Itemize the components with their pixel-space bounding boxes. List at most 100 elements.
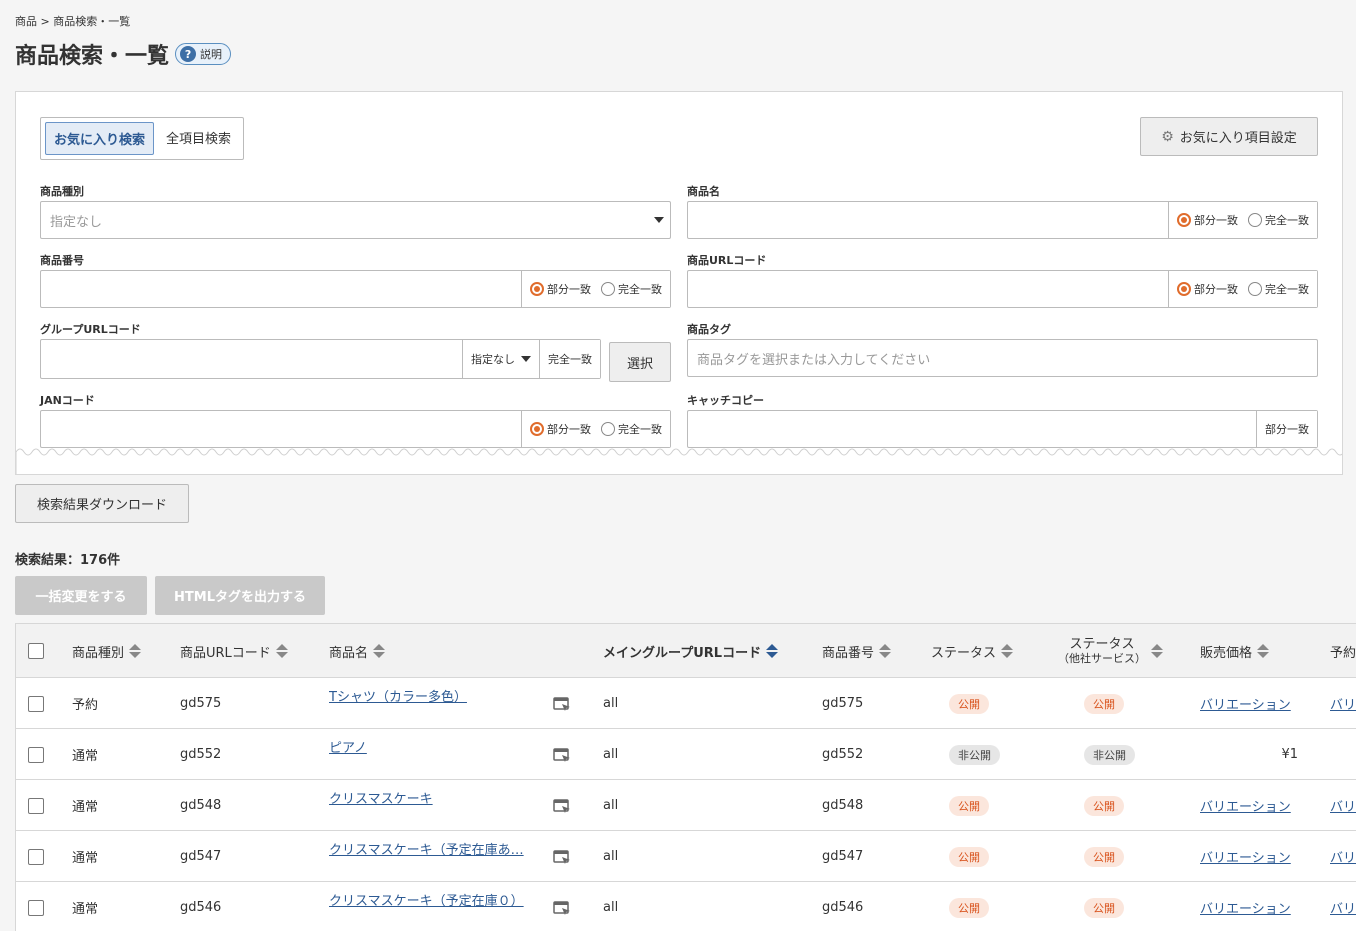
- field-product-number: 商品番号 部分一致 完全一致: [40, 252, 671, 308]
- product-type-value: 指定なし: [50, 214, 103, 230]
- reserve-variation-link[interactable]: バリ: [1330, 694, 1356, 713]
- product-name-exact-radio[interactable]: 完全一致: [1248, 212, 1309, 228]
- header-url-code[interactable]: 商品URLコード: [180, 624, 288, 678]
- field-jan-code: JANコード 部分一致 完全一致: [40, 392, 671, 448]
- catch-copy-input[interactable]: [688, 411, 1256, 447]
- product-type-select[interactable]: 指定なし: [40, 201, 671, 239]
- product-name-link[interactable]: ピアノ: [329, 737, 367, 756]
- table-header: 商品種別 商品URLコード 商品名 メイングループURLコード 商品番号 ステー…: [16, 624, 1356, 678]
- price-variation-link[interactable]: バリエーション: [1200, 847, 1291, 866]
- header-status-other[interactable]: ステータス （他社サービス）: [1058, 624, 1163, 678]
- status-badge: 非公開: [949, 744, 1000, 765]
- cell-group: all: [603, 747, 619, 762]
- header-reserve[interactable]: 予約: [1330, 624, 1356, 678]
- product-number-exact-radio[interactable]: 完全一致: [601, 281, 662, 297]
- header-type[interactable]: 商品種別: [72, 624, 142, 678]
- result-count: 検索結果：176件: [15, 553, 121, 568]
- cell-price: ¥1: [1281, 747, 1298, 762]
- row-checkbox[interactable]: [28, 797, 44, 814]
- gear-icon: ⚙: [1161, 128, 1174, 145]
- favorite-settings-button[interactable]: ⚙ お気に入り項目設定: [1140, 117, 1318, 156]
- bulk-change-button[interactable]: 一括変更をする: [15, 576, 147, 615]
- select-all-checkbox[interactable]: [28, 643, 44, 659]
- product-number-input[interactable]: [41, 271, 521, 307]
- price-variation-link[interactable]: バリエーション: [1200, 796, 1291, 815]
- chevron-down-icon: [648, 202, 670, 238]
- cell-group: all: [603, 696, 619, 711]
- product-name-link[interactable]: クリスマスケーキ: [329, 788, 433, 807]
- breadcrumb: 商品 > 商品検索・一覧: [15, 15, 131, 28]
- product-number-match: 部分一致 完全一致: [521, 271, 670, 307]
- header-price[interactable]: 販売価格: [1200, 624, 1270, 678]
- tab-all-search[interactable]: 全項目検索: [158, 122, 239, 155]
- product-url-code-exact-radio[interactable]: 完全一致: [1248, 281, 1309, 297]
- field-catch-copy: キャッチコピー 部分一致: [687, 392, 1318, 448]
- header-main-group[interactable]: メイングループURLコード: [603, 624, 779, 678]
- group-url-code-select[interactable]: 指定なし: [462, 340, 539, 378]
- product-url-code-partial-radio[interactable]: 部分一致: [1177, 281, 1238, 297]
- jan-code-input[interactable]: [41, 411, 521, 447]
- field-product-url-code: 商品URLコード 部分一致 完全一致: [687, 252, 1318, 308]
- product-tag-input[interactable]: 商品タグを選択または入力してください: [688, 340, 1317, 376]
- reserve-variation-link[interactable]: バリ: [1330, 796, 1356, 815]
- status-other-badge: 非公開: [1084, 744, 1135, 765]
- help-button[interactable]: ? 説明: [175, 43, 232, 65]
- row-checkbox[interactable]: [28, 899, 44, 916]
- field-group-url-code: グループURLコード 指定なし 完全一致: [40, 321, 601, 379]
- product-name-link[interactable]: クリスマスケーキ（予定在庫あ…: [329, 839, 524, 858]
- favorite-settings-label: お気に入り項目設定: [1179, 131, 1297, 146]
- preview-icon[interactable]: [553, 780, 571, 831]
- row-checkbox[interactable]: [28, 695, 44, 712]
- product-name-partial-radio[interactable]: 部分一致: [1177, 212, 1238, 228]
- header-number[interactable]: 商品番号: [822, 624, 892, 678]
- tab-favorite-search[interactable]: お気に入り検索: [45, 122, 155, 155]
- jan-code-label: JANコード: [40, 394, 95, 407]
- preview-icon[interactable]: [553, 729, 571, 780]
- price-variation-link[interactable]: バリエーション: [1200, 694, 1291, 713]
- html-tag-output-button[interactable]: HTMLタグを出力する: [155, 576, 325, 615]
- product-name-label: 商品名: [687, 185, 720, 198]
- header-status[interactable]: ステータス: [931, 624, 1014, 678]
- row-checkbox[interactable]: [28, 746, 44, 763]
- field-product-type: 商品種別 指定なし: [40, 183, 671, 239]
- jan-code-exact-radio[interactable]: 完全一致: [601, 421, 662, 437]
- product-name-input[interactable]: [688, 202, 1168, 238]
- preview-icon[interactable]: [553, 678, 571, 729]
- group-url-code-match[interactable]: 完全一致: [539, 340, 600, 378]
- status-badge: 公開: [949, 693, 989, 714]
- product-name-link[interactable]: クリスマスケーキ（予定在庫０）: [329, 890, 524, 909]
- group-select-button[interactable]: 選択: [609, 342, 671, 382]
- catch-copy-match[interactable]: 部分一致: [1256, 411, 1317, 447]
- cell-group: all: [603, 849, 619, 864]
- status-badge: 公開: [949, 897, 989, 918]
- cell-url-code: gd546: [180, 900, 222, 915]
- download-results-button[interactable]: 検索結果ダウンロード: [15, 484, 189, 523]
- product-url-code-input[interactable]: [688, 271, 1168, 307]
- table-row: 通常 gd552 ピアノ all gd552 非公開 非公開 ¥1: [16, 729, 1356, 780]
- product-name-link[interactable]: Tシャツ（カラー多色）: [329, 686, 467, 705]
- cell-type: 通常: [72, 749, 99, 764]
- preview-icon[interactable]: [553, 882, 571, 931]
- preview-icon[interactable]: [553, 831, 571, 882]
- jan-code-partial-radio[interactable]: 部分一致: [530, 421, 591, 437]
- field-product-tag: 商品タグ 商品タグを選択または入力してください: [687, 321, 1318, 377]
- sort-active-icon: [766, 644, 779, 658]
- reserve-variation-link[interactable]: バリ: [1330, 847, 1356, 866]
- sort-icon: [373, 644, 386, 658]
- cell-type: 予約: [72, 698, 99, 713]
- cell-url-code: gd547: [180, 849, 222, 864]
- table-row: 通常 gd547 クリスマスケーキ（予定在庫あ… all gd547 公開 公開 バリエーショ…: [16, 831, 1356, 882]
- price-variation-link[interactable]: バリエーション: [1200, 898, 1291, 917]
- table-row: 予約 gd575 Tシャツ（カラー多色） all gd575 公開 公開 バリエーション バリ: [16, 678, 1356, 729]
- cell-url-code: gd575: [180, 696, 222, 711]
- search-panel: お気に入り検索 全項目検索 ⚙ お気に入り項目設定 商品種別 指定なし 商品名 …: [15, 91, 1343, 475]
- sort-icon: [1257, 644, 1270, 658]
- row-checkbox[interactable]: [28, 848, 44, 865]
- sort-icon: [275, 644, 288, 658]
- panel-fade-edge: [16, 448, 1342, 474]
- product-number-partial-radio[interactable]: 部分一致: [530, 281, 591, 297]
- reserve-variation-link[interactable]: バリ: [1330, 898, 1356, 917]
- help-label: 説明: [200, 48, 223, 61]
- group-url-code-input[interactable]: [41, 340, 462, 378]
- cell-type: 通常: [72, 800, 99, 815]
